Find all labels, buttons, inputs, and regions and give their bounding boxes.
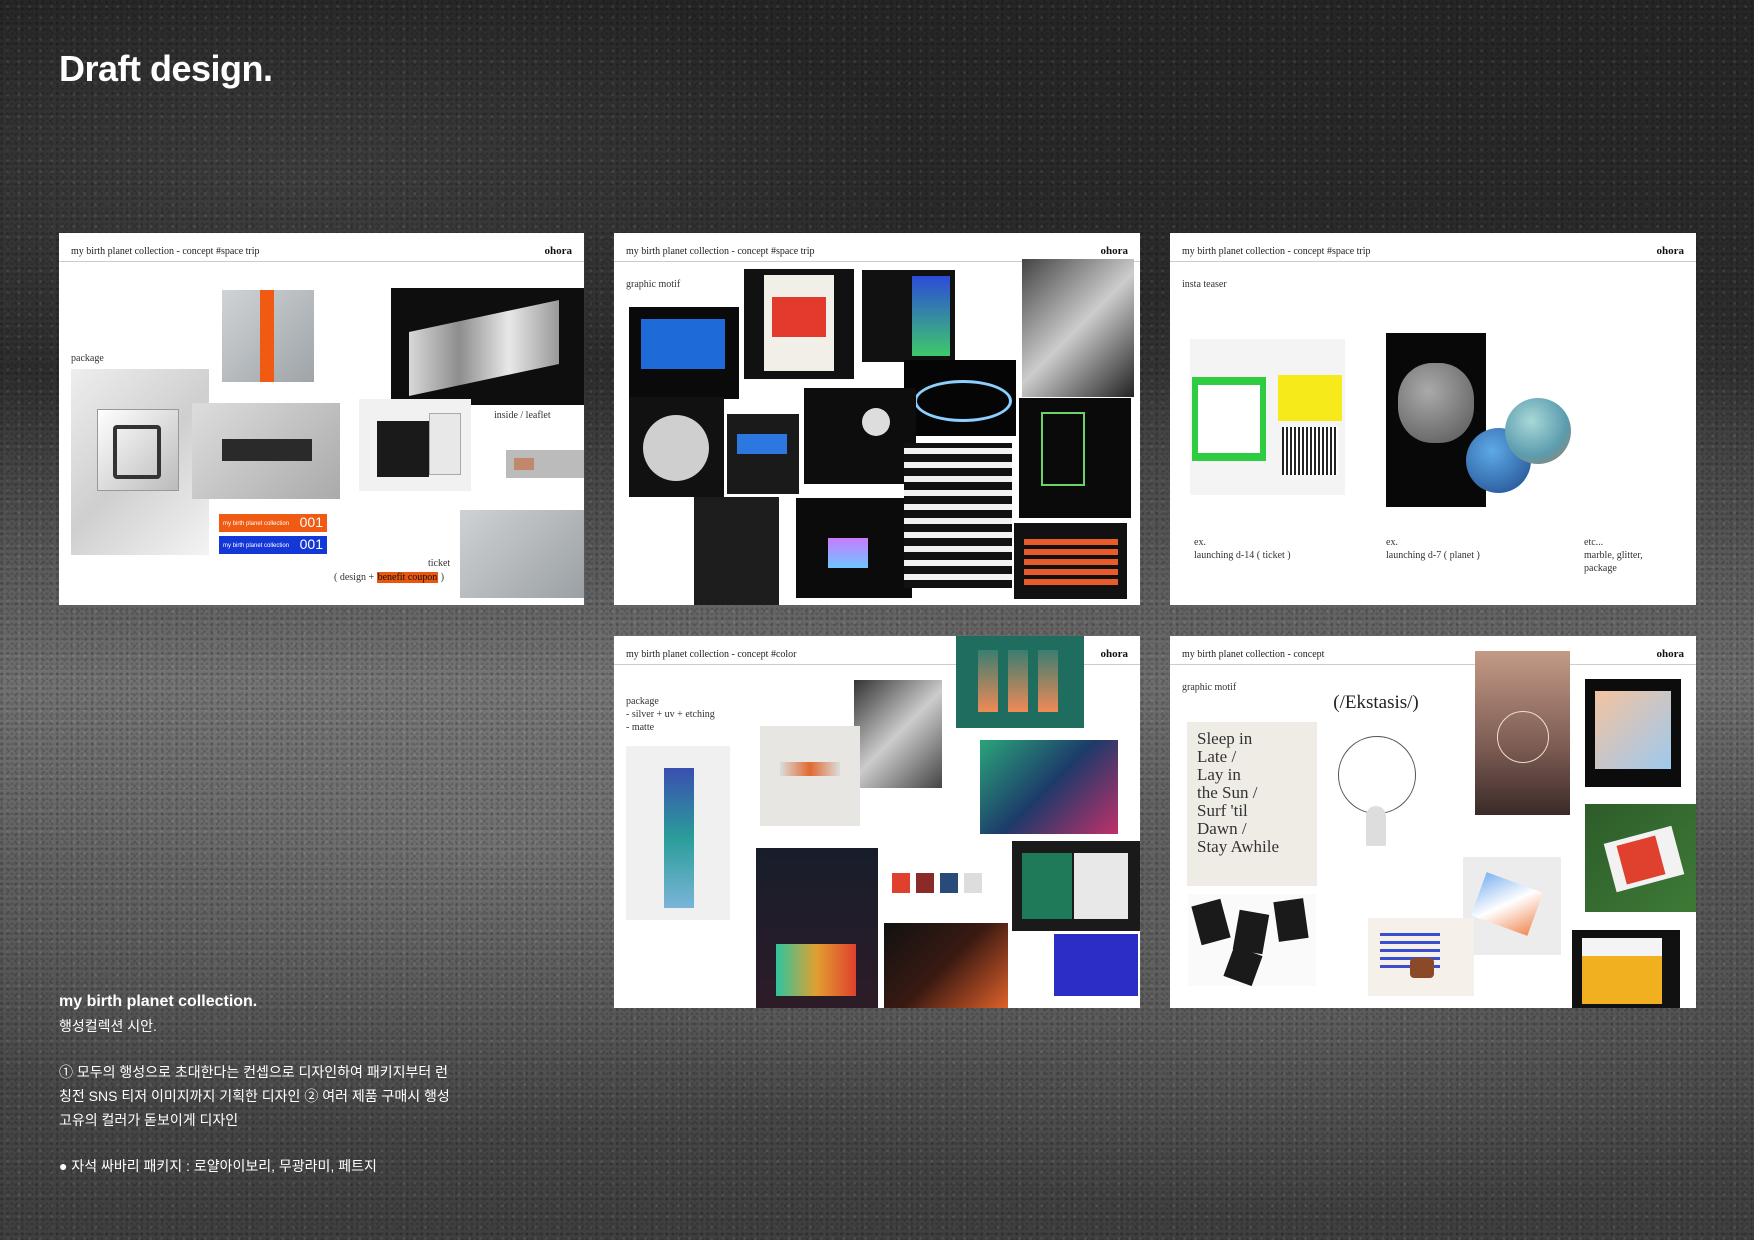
panel-header-title: my birth planet collection - concept #sp… [626, 246, 815, 257]
leaflet-folded-image [391, 288, 584, 405]
monolith-photo-image [1022, 259, 1134, 397]
poster-line: the Sun / [1197, 783, 1258, 802]
panel-header-title: my birth planet collection - concept [1182, 649, 1325, 660]
yellow-notebook-image [1572, 930, 1680, 1008]
snack-packs-image [1188, 894, 1316, 987]
ex2-text: launching d-7 ( planet ) [1386, 550, 1480, 561]
poster-line: Surf 'til [1197, 801, 1248, 820]
panel-header: my birth planet collection - concept #sp… [1170, 233, 1696, 262]
page-title: Draft design. [59, 48, 273, 89]
graphic-motif-label: graphic motif [1182, 682, 1237, 693]
ticket-cards-image [460, 510, 584, 598]
asteroid-teaser-image [1386, 333, 1486, 507]
panel-package: my birth planet collection - concept #sp… [59, 233, 584, 605]
gray-monolith-image [854, 680, 942, 788]
etc-text-1: marble, glitter, [1584, 550, 1643, 561]
poster-berlin-image [904, 443, 1012, 588]
package-label: package [626, 696, 659, 707]
coupon-orange: my birth planet collection 001 [219, 514, 327, 532]
color-cards-hand-image [1585, 804, 1696, 912]
description-line: ① 모두의 행성으로 초대한다는 컨셉으로 디자인하여 패키지부터 런 [59, 1064, 448, 1080]
description-line: 칭전 SNS 티저 이미지까지 기획한 디자인 ② 여러 제품 구매시 행성 [59, 1088, 450, 1104]
sleep-in-poster: Sleep in Late / Lay in the Sun / Surf 't… [1187, 722, 1317, 886]
poster-moon-image [804, 388, 916, 484]
ex1-label: ex. [1194, 537, 1206, 548]
collection-description: my birth planet collection. 행성컬렉션 시안. ① … [59, 990, 479, 1178]
description-bullet: ● 자석 싸바리 패키지 : 로얄아이보리, 무광라미, 페트지 [59, 1158, 377, 1174]
package-spec-1: - silver + uv + etching [626, 709, 715, 720]
green-book-image [1012, 841, 1140, 931]
ekstasis-poster: (/Ekstasis/) [1320, 686, 1432, 896]
star-box-image [359, 399, 471, 491]
poster-green-image [1019, 398, 1131, 518]
graphic-motif-label: graphic motif [626, 279, 681, 290]
silver-box-image [71, 369, 209, 555]
panel-concept: my birth planet collection - concept oho… [1170, 636, 1696, 1008]
poster-mysterious-image [694, 497, 779, 605]
inside-leaflet-label: inside / leaflet [494, 410, 551, 421]
candle-jars-image [884, 861, 988, 919]
poster-wave-image [904, 360, 1016, 436]
slide-case-image [506, 450, 584, 478]
panel-header-title: my birth planet collection - concept #sp… [1182, 246, 1371, 257]
ex1-text: launching d-14 ( ticket ) [1194, 550, 1291, 561]
package-spec-2: - matte [626, 722, 655, 733]
blue-brochure-image [1054, 934, 1138, 996]
ekstasis-title: (/Ekstasis/) [1333, 692, 1419, 713]
description-line: 고유의 컬러가 돋보이게 디자인 [59, 1112, 239, 1128]
poster-blue-image [629, 307, 739, 399]
poster-circle-image [629, 397, 724, 497]
description-heading: my birth planet collection. [59, 993, 258, 1010]
ticket-note: ( design + benefit coupon ) [334, 572, 445, 583]
nova-poster-image [760, 726, 860, 826]
marble-planet-image [1505, 398, 1571, 464]
panel-graphic-motif: my birth planet collection - concept #sp… [614, 233, 1140, 605]
package-label: package [71, 353, 104, 364]
panel-header-title: my birth planet collection - concept #co… [626, 649, 797, 660]
panel-color: my birth planet collection - concept #co… [614, 636, 1140, 1008]
ex2-label: ex. [1386, 537, 1398, 548]
brand-logo: ohora [1656, 648, 1685, 660]
poster-stickers-image [727, 414, 799, 494]
teal-gradient-packages-image [956, 636, 1084, 728]
panel-header-title: my birth planet collection - concept #sp… [71, 246, 260, 257]
menu-poster-image [1368, 918, 1474, 996]
cards-on-hand-image [1463, 857, 1561, 955]
poster-artist-image [1014, 523, 1127, 599]
ticket-label: ticket [428, 558, 451, 569]
senja-cards-image [980, 740, 1118, 834]
dark-gradient-box-image [884, 923, 1008, 1008]
typographic-card-image [1585, 679, 1681, 787]
brand-logo: ohora [1100, 245, 1129, 257]
poster-uniformity-image [796, 498, 912, 598]
portrait-blur-image [1475, 651, 1570, 815]
brand-logo: ohora [1656, 245, 1685, 257]
silver-card-image [192, 403, 340, 499]
description-subheading: 행성컬렉션 시안. [59, 1018, 157, 1034]
etc-label: etc... [1584, 537, 1604, 548]
poster-line: Lay in [1197, 765, 1241, 784]
poster-red-image [744, 269, 854, 379]
panel-header: my birth planet collection - concept oho… [1170, 636, 1696, 665]
jar-stack-image [756, 848, 878, 1008]
brand-logo: ohora [1100, 648, 1129, 660]
brand-logo: ohora [544, 245, 573, 257]
insta-teaser-label: insta teaser [1182, 279, 1227, 290]
poster-line: Sleep in [1197, 729, 1253, 748]
orange-band-box-image [222, 290, 314, 382]
panel-header: my birth planet collection - concept #sp… [614, 233, 1140, 262]
teal-bottle-box-image [626, 746, 730, 920]
panel-header: my birth planet collection - concept #sp… [59, 233, 584, 262]
poster-line: Late / [1197, 747, 1237, 766]
ticket-teaser-image [1190, 339, 1345, 495]
poster-purple-image [862, 270, 955, 362]
coupon-blue: my birth planet collection 001 [219, 536, 327, 554]
panel-insta-teaser: my birth planet collection - concept #sp… [1170, 233, 1696, 605]
poster-line: Stay Awhile [1197, 837, 1280, 856]
poster-line: Dawn / [1197, 819, 1247, 838]
etc-text-2: package [1584, 563, 1617, 574]
